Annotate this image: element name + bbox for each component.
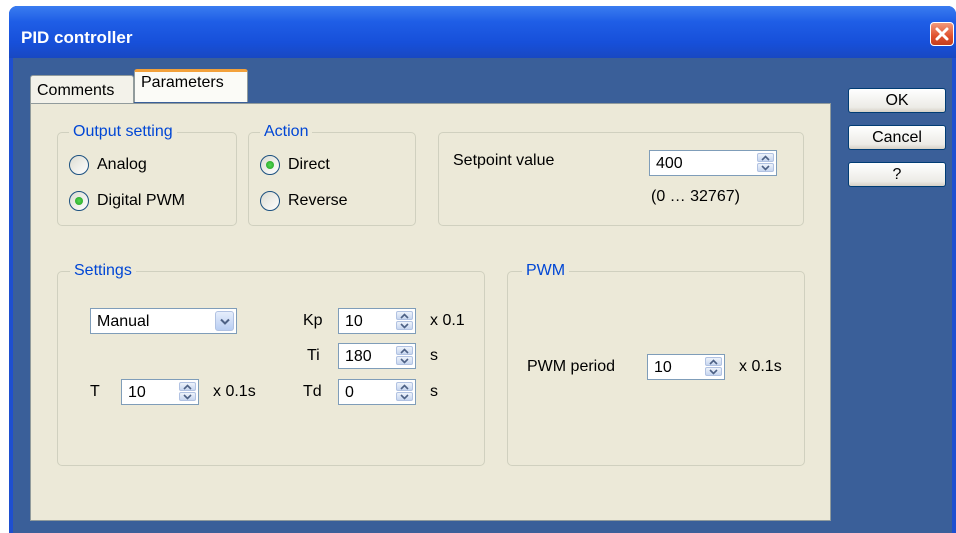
radio-reverse-circle[interactable]: [260, 191, 280, 211]
help-button[interactable]: ?: [848, 162, 946, 187]
chevron-down-icon: [709, 368, 718, 375]
action-legend: Action: [260, 123, 313, 141]
kp-down-button[interactable]: [396, 321, 413, 330]
mode-dropdown[interactable]: Manual: [90, 308, 237, 334]
pwm-period-down-button[interactable]: [705, 367, 722, 376]
chevron-down-icon: [761, 164, 770, 171]
window-title: PID controller: [21, 28, 133, 47]
td-label: Td: [303, 383, 322, 400]
setpoint-up-button[interactable]: [757, 153, 774, 162]
mode-selected-value: Manual: [97, 313, 150, 330]
radio-digital-pwm-circle[interactable]: [69, 191, 89, 211]
radio-direct-circle[interactable]: [260, 155, 280, 175]
tab-parameters-label: Parameters: [141, 74, 224, 91]
radio-reverse[interactable]: Reverse: [260, 191, 348, 211]
settings-group: Settings Manual Kp 10 x 0.1 Ti 180 s T 1…: [57, 262, 485, 466]
chevron-up-icon: [709, 358, 718, 365]
output-setting-group: Output setting Analog Digital PWM: [57, 123, 237, 226]
pid-controller-dialog: PID controller Comments Parameters Outpu…: [9, 6, 956, 533]
setpoint-value: 400: [656, 155, 683, 172]
pwm-period-value: 10: [654, 359, 672, 376]
radio-analog-label: Analog: [97, 156, 147, 173]
cancel-button[interactable]: Cancel: [848, 125, 946, 150]
ti-label: Ti: [307, 347, 320, 364]
radio-analog[interactable]: Analog: [69, 155, 147, 175]
chevron-up-icon: [400, 383, 409, 390]
chevron-up-icon: [183, 383, 192, 390]
td-down-button[interactable]: [396, 392, 413, 401]
td-value: 0: [345, 384, 354, 401]
action-group: Action Direct Reverse: [248, 123, 416, 226]
setpoint-label: Setpoint value: [453, 152, 555, 169]
ti-down-button[interactable]: [396, 356, 413, 365]
pwm-group: PWM PWM period 10 x 0.1s: [507, 262, 805, 466]
setpoint-group: Setpoint value 400 (0 … 32767): [438, 132, 804, 226]
kp-unit: x 0.1: [430, 312, 465, 329]
ti-value: 180: [345, 348, 372, 365]
radio-digital-pwm-label: Digital PWM: [97, 192, 186, 209]
t-down-button[interactable]: [179, 392, 196, 401]
t-unit: x 0.1s: [213, 383, 256, 400]
t-value: 10: [128, 384, 146, 401]
td-unit: s: [430, 383, 438, 400]
ti-unit: s: [430, 347, 438, 364]
kp-value: 10: [345, 313, 363, 330]
tab-comments[interactable]: Comments: [30, 75, 134, 103]
radio-reverse-label: Reverse: [288, 192, 348, 209]
td-spinbox[interactable]: 0: [338, 379, 416, 405]
setpoint-down-button[interactable]: [757, 163, 774, 172]
dialog-client-area: Comments Parameters Output setting Analo…: [13, 58, 952, 533]
radio-analog-circle[interactable]: [69, 155, 89, 175]
t-up-button[interactable]: [179, 382, 196, 391]
close-icon: [935, 27, 949, 41]
kp-spinbox[interactable]: 10: [338, 308, 416, 334]
kp-up-button[interactable]: [396, 311, 413, 320]
output-setting-legend: Output setting: [69, 123, 177, 141]
tab-parameters[interactable]: Parameters: [134, 69, 248, 102]
chevron-down-icon: [400, 322, 409, 329]
ti-spinbox[interactable]: 180: [338, 343, 416, 369]
radio-digital-pwm[interactable]: Digital PWM: [69, 191, 185, 211]
chevron-up-icon: [400, 347, 409, 354]
t-label: T: [90, 383, 100, 400]
tab-comments-label: Comments: [37, 82, 115, 99]
t-spinbox[interactable]: 10: [121, 379, 199, 405]
chevron-down-icon: [400, 393, 409, 400]
ti-up-button[interactable]: [396, 346, 413, 355]
mode-dropdown-button[interactable]: [215, 311, 234, 331]
setpoint-spinbox[interactable]: 400: [649, 150, 777, 176]
ok-button[interactable]: OK: [848, 88, 946, 113]
chevron-down-icon: [400, 357, 409, 364]
pwm-period-up-button[interactable]: [705, 357, 722, 366]
kp-label: Kp: [303, 312, 323, 329]
settings-legend: Settings: [70, 262, 136, 280]
pwm-legend: PWM: [522, 262, 570, 280]
chevron-up-icon: [761, 154, 770, 161]
radio-direct[interactable]: Direct: [260, 155, 330, 175]
title-bar[interactable]: PID controller: [9, 6, 956, 58]
chevron-down-icon: [183, 393, 192, 400]
chevron-up-icon: [400, 312, 409, 319]
pwm-period-unit: x 0.1s: [739, 358, 782, 375]
chevron-down-icon: [219, 318, 230, 325]
pwm-period-spinbox[interactable]: 10: [647, 354, 725, 380]
parameters-panel: Output setting Analog Digital PWM Action…: [30, 103, 831, 521]
radio-direct-label: Direct: [288, 156, 330, 173]
setpoint-range: (0 … 32767): [651, 188, 740, 205]
close-button[interactable]: [930, 22, 954, 46]
pwm-period-label: PWM period: [527, 358, 616, 375]
td-up-button[interactable]: [396, 382, 413, 391]
